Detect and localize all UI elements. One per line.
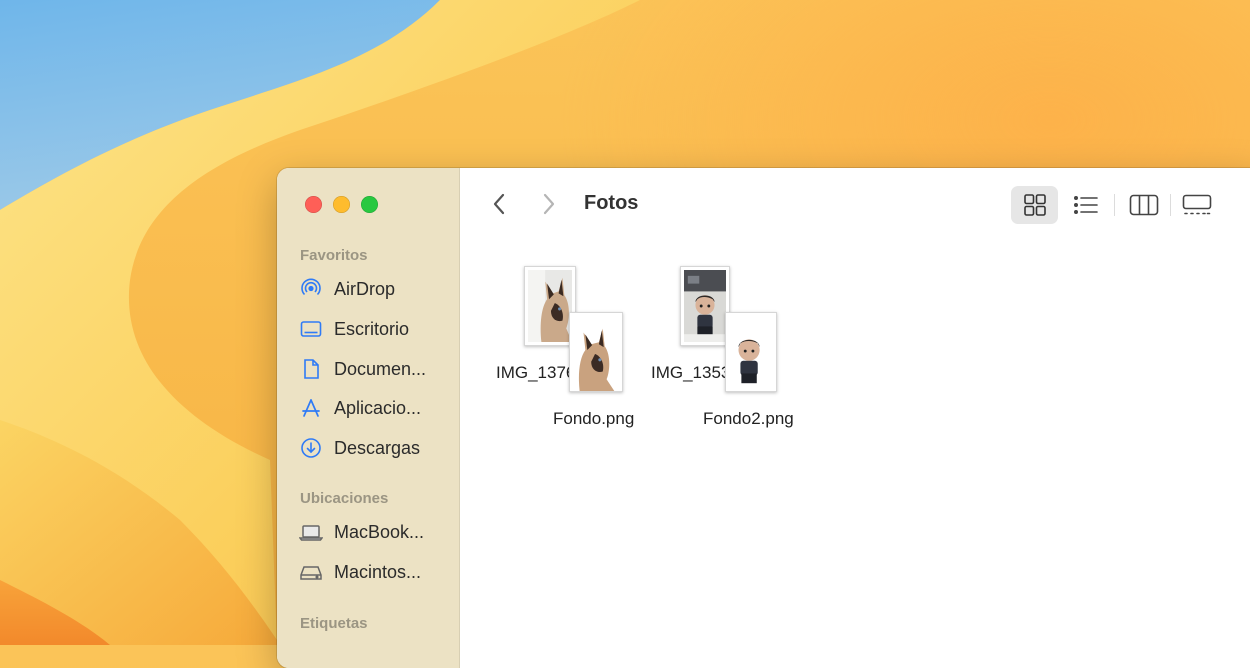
sidebar: Favoritos AirDrop Escritorio Documen... … <box>277 168 460 668</box>
tags-section-title: Etiquetas <box>300 615 368 632</box>
sidebar-item-aplicaciones[interactable]: Aplicacio... <box>299 393 449 423</box>
applications-icon <box>299 396 323 420</box>
folder-title: Fotos <box>584 192 639 214</box>
list-view-icon <box>1073 195 1098 214</box>
sidebar-item-label: Macintos... <box>334 561 422 582</box>
figure-photo-icon <box>684 270 726 342</box>
file-name: Fondo.png <box>553 409 635 428</box>
close-button[interactable] <box>305 196 322 213</box>
cat-photo-icon <box>528 270 572 342</box>
sidebar-item-label: Escritorio <box>334 318 410 339</box>
sidebar-item-documentos[interactable]: Documen... <box>299 354 449 384</box>
sidebar-item-label: Descargas <box>334 437 421 458</box>
main-content: Fotos IMG_1376.jpg Fondo.png IMG_1353.jp… <box>459 168 1250 668</box>
sidebar-item-escritorio[interactable]: Escritorio <box>299 314 449 344</box>
minimize-button[interactable] <box>333 196 350 213</box>
favorites-section-title: Favoritos <box>300 247 368 264</box>
column-view-icon <box>1129 194 1159 216</box>
toolbar-divider <box>1114 194 1115 216</box>
sidebar-item-macintosh[interactable]: Macintos... <box>299 557 449 587</box>
chevron-left-icon <box>493 193 505 215</box>
forward-button[interactable] <box>535 190 563 218</box>
desktop-icon <box>299 317 323 341</box>
sidebar-item-airdrop[interactable]: AirDrop <box>299 274 449 304</box>
locations-section-title: Ubicaciones <box>300 490 389 507</box>
finder-window: Favoritos AirDrop Escritorio Documen... … <box>277 168 1250 668</box>
grid-view-icon <box>1023 194 1046 216</box>
column-view-button[interactable] <box>1124 186 1164 224</box>
download-icon <box>299 436 323 460</box>
chevron-right-icon <box>543 193 555 215</box>
document-icon <box>299 357 323 381</box>
sidebar-item-label: MacBook... <box>334 521 425 542</box>
cat-cutout-icon <box>570 313 622 391</box>
thumbnail <box>725 312 777 392</box>
airdrop-icon <box>299 277 323 301</box>
hard-drive-icon <box>299 560 323 584</box>
laptop-icon <box>299 520 323 544</box>
sidebar-item-label: Documen... <box>334 358 427 379</box>
zoom-button[interactable] <box>361 196 378 213</box>
file-name: Fondo2.png <box>703 409 794 428</box>
gallery-view-icon <box>1182 194 1212 215</box>
list-view-button[interactable] <box>1068 186 1104 224</box>
sidebar-item-label: AirDrop <box>334 278 396 299</box>
sidebar-item-label: Aplicacio... <box>334 397 422 418</box>
toolbar-divider <box>1170 194 1171 216</box>
back-button[interactable] <box>485 190 513 218</box>
gallery-view-button[interactable] <box>1178 186 1216 224</box>
sidebar-item-descargas[interactable]: Descargas <box>299 433 449 463</box>
thumbnail <box>680 266 730 346</box>
grid-view-button[interactable] <box>1011 186 1058 224</box>
thumbnail <box>569 312 623 392</box>
sidebar-item-macbook[interactable]: MacBook... <box>299 517 449 547</box>
figure-cutout-icon <box>726 313 776 391</box>
